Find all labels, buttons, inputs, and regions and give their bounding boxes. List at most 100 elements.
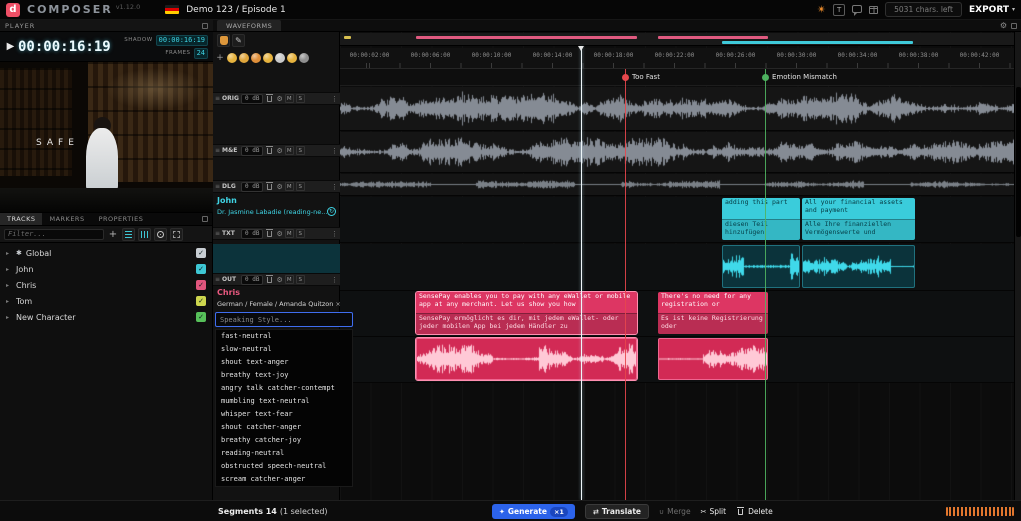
track-me-waveform[interactable] (340, 132, 1014, 173)
timeline-marker[interactable]: Emotion Mismatch (762, 73, 837, 81)
drag-handle-icon[interactable]: ≡ (215, 183, 220, 190)
scrollbar-thumb[interactable] (1016, 87, 1021, 237)
tab-waveforms[interactable]: WAVEFORMS (217, 20, 281, 31)
filter-input[interactable] (4, 229, 104, 240)
track-visibility-checkbox[interactable]: ✓ (196, 264, 206, 274)
track-label-john[interactable]: John (217, 196, 237, 205)
translate-button[interactable]: ⇄ Translate (585, 504, 649, 519)
emotion-icon-6[interactable] (287, 53, 297, 63)
vertical-scrollbar[interactable] (1014, 32, 1021, 500)
emotion-icon-3[interactable] (251, 53, 261, 63)
track-visibility-checkbox[interactable]: ✓ (196, 296, 206, 306)
solo-button[interactable]: S (296, 275, 305, 284)
merge-button[interactable]: ∪ Merge (659, 507, 691, 516)
solo-button[interactable]: S (296, 146, 305, 155)
gain-value[interactable]: 0 dB (241, 182, 263, 192)
speaking-style-input[interactable] (215, 312, 353, 327)
mute-button[interactable]: M (285, 146, 294, 155)
drag-handle-icon[interactable]: ≡ (215, 276, 220, 283)
credits-spark-icon[interactable]: ✴ (817, 3, 826, 16)
marquee-select-icon[interactable] (170, 228, 183, 241)
trash-icon[interactable] (267, 96, 272, 102)
timeline-ruler[interactable]: 00:00:02:0000:00:06:0000:00:10:0000:00:1… (340, 48, 1014, 69)
solo-button[interactable]: S (296, 182, 305, 191)
settings-icon[interactable]: ⚙ (276, 230, 282, 238)
layout-rows-icon[interactable] (122, 228, 135, 241)
expand-panel-icon[interactable] (202, 216, 208, 222)
track-visibility-checkbox[interactable]: ✓ (196, 312, 206, 322)
gear-icon[interactable]: ⚙ (1000, 21, 1007, 30)
zoom-handle-right[interactable] (1012, 507, 1014, 516)
kebab-menu-icon[interactable]: ⋮ (331, 183, 338, 191)
trash-icon[interactable] (267, 184, 272, 190)
video-preview[interactable]: SAFE (0, 62, 213, 213)
chris-audio-segment[interactable] (658, 338, 768, 380)
john-audio-segment[interactable] (722, 245, 800, 288)
kebab-menu-icon[interactable]: ⋮ (331, 230, 338, 238)
layout-columns-icon[interactable] (138, 228, 151, 241)
expand-panel-icon[interactable] (202, 23, 208, 29)
text-tool-icon[interactable]: T (833, 4, 845, 16)
gift-icon[interactable] (869, 6, 878, 14)
zoom-slider[interactable] (949, 507, 1011, 516)
speaker-name[interactable]: Dr. Jasmine Labadie (reading-ne... (217, 208, 329, 216)
style-option[interactable]: mumbling text-neutral (216, 395, 352, 408)
track-label-chris[interactable]: Chris (217, 288, 240, 297)
track-visibility-checkbox[interactable]: ✓ (196, 248, 206, 258)
record-target-icon[interactable] (154, 228, 167, 241)
track-row-chris[interactable]: ▸Chris✓ (0, 277, 212, 293)
timeline-zoom-control[interactable] (946, 507, 1014, 516)
gain-value[interactable]: 0 dB (241, 146, 263, 156)
play-button[interactable]: ▶ (3, 41, 18, 52)
expand-caret-icon[interactable]: ▸ (6, 266, 12, 273)
style-option[interactable]: reading-neutral (216, 447, 352, 460)
delete-button[interactable]: Delete (736, 507, 773, 516)
generate-button[interactable]: ✦ Generate ×1 (492, 504, 575, 519)
expand-panel-icon[interactable] (1011, 23, 1017, 29)
gain-value[interactable]: 0 dB (241, 275, 263, 285)
style-option[interactable]: breathy text-joy (216, 369, 352, 382)
add-emotion-button[interactable]: + (215, 53, 225, 63)
track-orig-waveform[interactable] (340, 87, 1014, 131)
settings-icon[interactable]: ⚙ (276, 147, 282, 155)
trash-icon[interactable] (267, 277, 272, 283)
kebab-menu-icon[interactable]: ⋮ (331, 147, 338, 155)
timeline-marker[interactable]: Too Fast (622, 73, 660, 81)
pencil-tool-button[interactable]: ✎ (232, 34, 245, 47)
gain-value[interactable]: 0 dB (241, 94, 263, 104)
emotion-icon-4[interactable] (263, 53, 273, 63)
style-option[interactable]: angry talk catcher-contempt (216, 382, 352, 395)
mute-button[interactable]: M (285, 275, 294, 284)
john-audio-segment[interactable] (802, 245, 915, 288)
timeline-minimap[interactable] (340, 33, 1014, 46)
kebab-menu-icon[interactable]: ⋮ (331, 276, 338, 284)
mute-button[interactable]: M (285, 182, 294, 191)
split-button[interactable]: ✂ Split (701, 507, 727, 516)
track-row-john[interactable]: ▸John✓ (0, 261, 212, 277)
track-dlg-waveform[interactable] (340, 174, 1014, 196)
track-row-new-character[interactable]: ▸New Character✓ (0, 309, 212, 325)
emotion-icon-2[interactable] (239, 53, 249, 63)
kebab-menu-icon[interactable]: ⋮ (331, 95, 338, 103)
zoom-handle-left[interactable] (946, 507, 948, 516)
style-option[interactable]: scream catcher-anger (216, 473, 352, 486)
timeline[interactable]: 00:00:02:0000:00:06:0000:00:10:0000:00:1… (340, 32, 1014, 500)
style-option[interactable]: fast-neutral (216, 330, 352, 343)
track-visibility-checkbox[interactable]: ✓ (196, 280, 206, 290)
export-button[interactable]: EXPORT ▾ (969, 5, 1015, 15)
tab-tracks[interactable]: TRACKS (0, 213, 42, 225)
chris-text-segment-selected[interactable]: SensePay enables you to pay with any eWa… (416, 292, 637, 334)
john-text-segment[interactable]: All your financial assets and payment Al… (802, 198, 915, 240)
settings-icon[interactable]: ⚙ (276, 276, 282, 284)
expand-caret-icon[interactable]: ▸ (6, 314, 12, 321)
drag-handle-icon[interactable]: ≡ (215, 147, 220, 154)
solo-button[interactable]: S (296, 229, 305, 238)
expand-caret-icon[interactable]: ▸ (6, 250, 12, 257)
style-option[interactable]: shout text-anger (216, 356, 352, 369)
tab-properties[interactable]: PROPERTIES (92, 213, 151, 225)
solo-button[interactable]: S (296, 94, 305, 103)
style-option[interactable]: whisper text-fear (216, 408, 352, 421)
track-row-global[interactable]: ▸✱Global✓ (0, 245, 212, 261)
add-track-button[interactable]: + (107, 229, 119, 240)
john-text-segment[interactable]: adding this part diesen Teil hinzufügen (722, 198, 800, 240)
